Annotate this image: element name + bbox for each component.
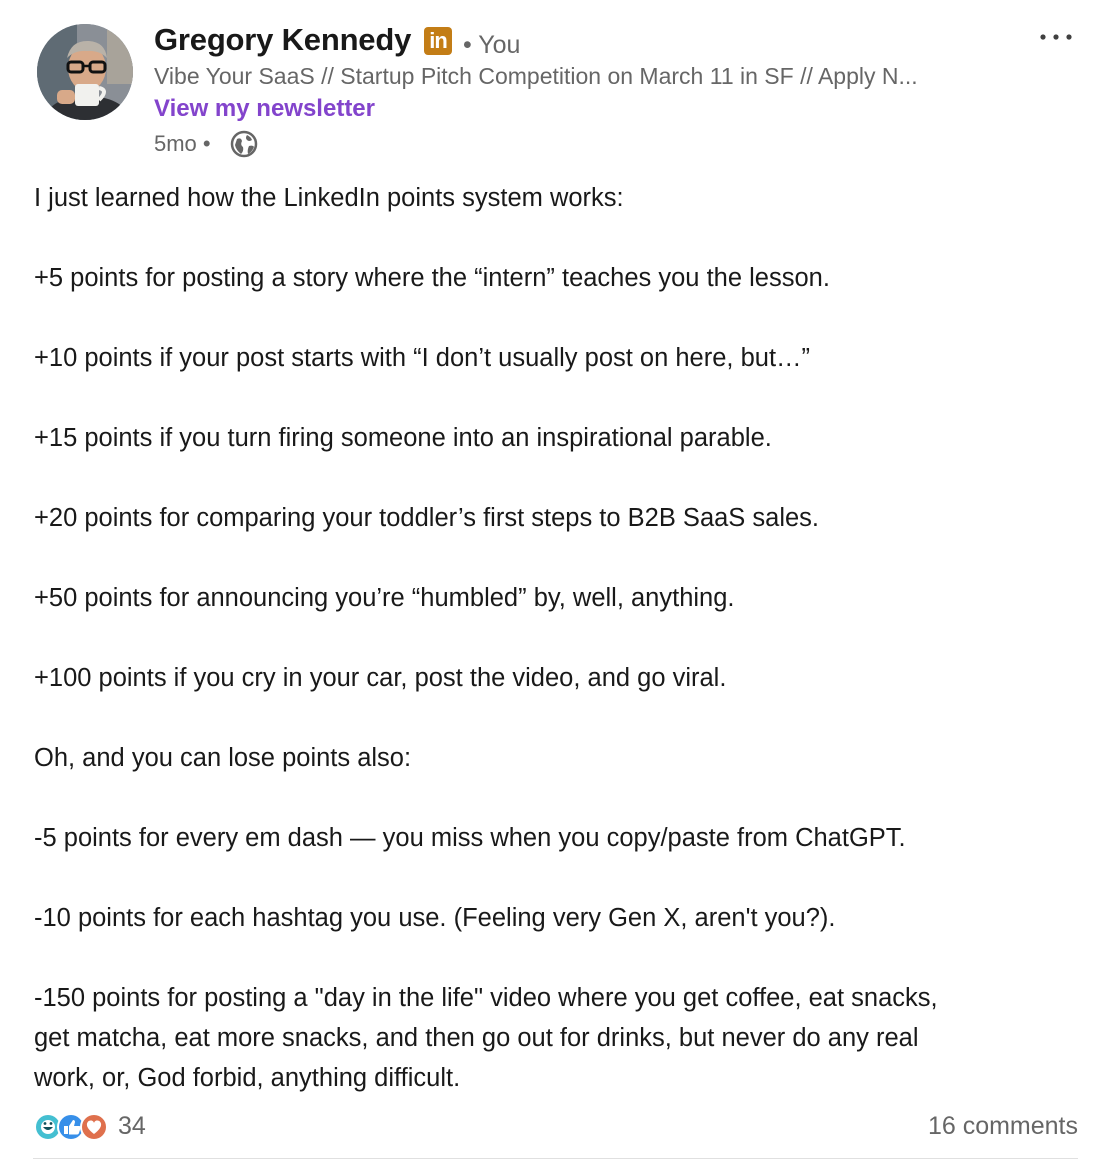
post-body-line: +10 points if your post starts with “I d… xyxy=(34,344,811,372)
post-body-line: work, or, God forbid, anything difficult… xyxy=(34,1064,461,1092)
author-name[interactable]: Gregory Kennedy xyxy=(154,22,411,58)
post-body-line: +5 points for posting a story where the … xyxy=(34,264,830,292)
author-avatar[interactable] xyxy=(37,24,133,120)
post-body-line: -150 points for posting a "day in the li… xyxy=(34,984,938,1012)
post-body-line: -5 points for every em dash — you miss w… xyxy=(34,824,906,852)
comments-count-link[interactable]: 16 comments xyxy=(928,1112,1078,1141)
connection-degree: • You xyxy=(463,31,521,59)
newsletter-link[interactable]: View my newsletter xyxy=(154,95,375,123)
post-body-line: +15 points if you turn firing someone in… xyxy=(34,424,772,452)
author-headline: Vibe Your SaaS // Startup Pitch Competit… xyxy=(154,63,918,89)
love-icon xyxy=(80,1113,108,1141)
reaction-icons[interactable] xyxy=(33,1111,113,1143)
premium-badge-icon: in xyxy=(424,27,452,55)
reaction-count[interactable]: 34 xyxy=(118,1112,146,1141)
post-body: I just learned how the LinkedIn points s… xyxy=(34,178,1084,1098)
premium-badge-text: in xyxy=(429,28,448,53)
more-horizontal-icon[interactable] xyxy=(1036,26,1076,48)
post-divider xyxy=(33,1158,1078,1159)
post-body-line: get matcha, eat more snacks, and then go… xyxy=(34,1024,919,1052)
post-body-line: Oh, and you can lose points also: xyxy=(34,744,412,772)
globe-icon xyxy=(230,130,258,158)
post-body-line: I just learned how the LinkedIn points s… xyxy=(34,184,624,212)
post-body-line: +50 points for announcing you’re “humble… xyxy=(34,584,735,612)
post-body-line: +20 points for comparing your toddler’s … xyxy=(34,504,820,532)
avatar-photo xyxy=(37,24,133,120)
post-timestamp: 5mo • xyxy=(154,131,211,156)
feed-post: Gregory Kennedy in • You Vibe Your SaaS … xyxy=(0,0,1110,1162)
post-body-line: -10 points for each hashtag you use. (Fe… xyxy=(34,904,836,932)
post-body-line: +100 points if you cry in your car, post… xyxy=(34,664,727,692)
